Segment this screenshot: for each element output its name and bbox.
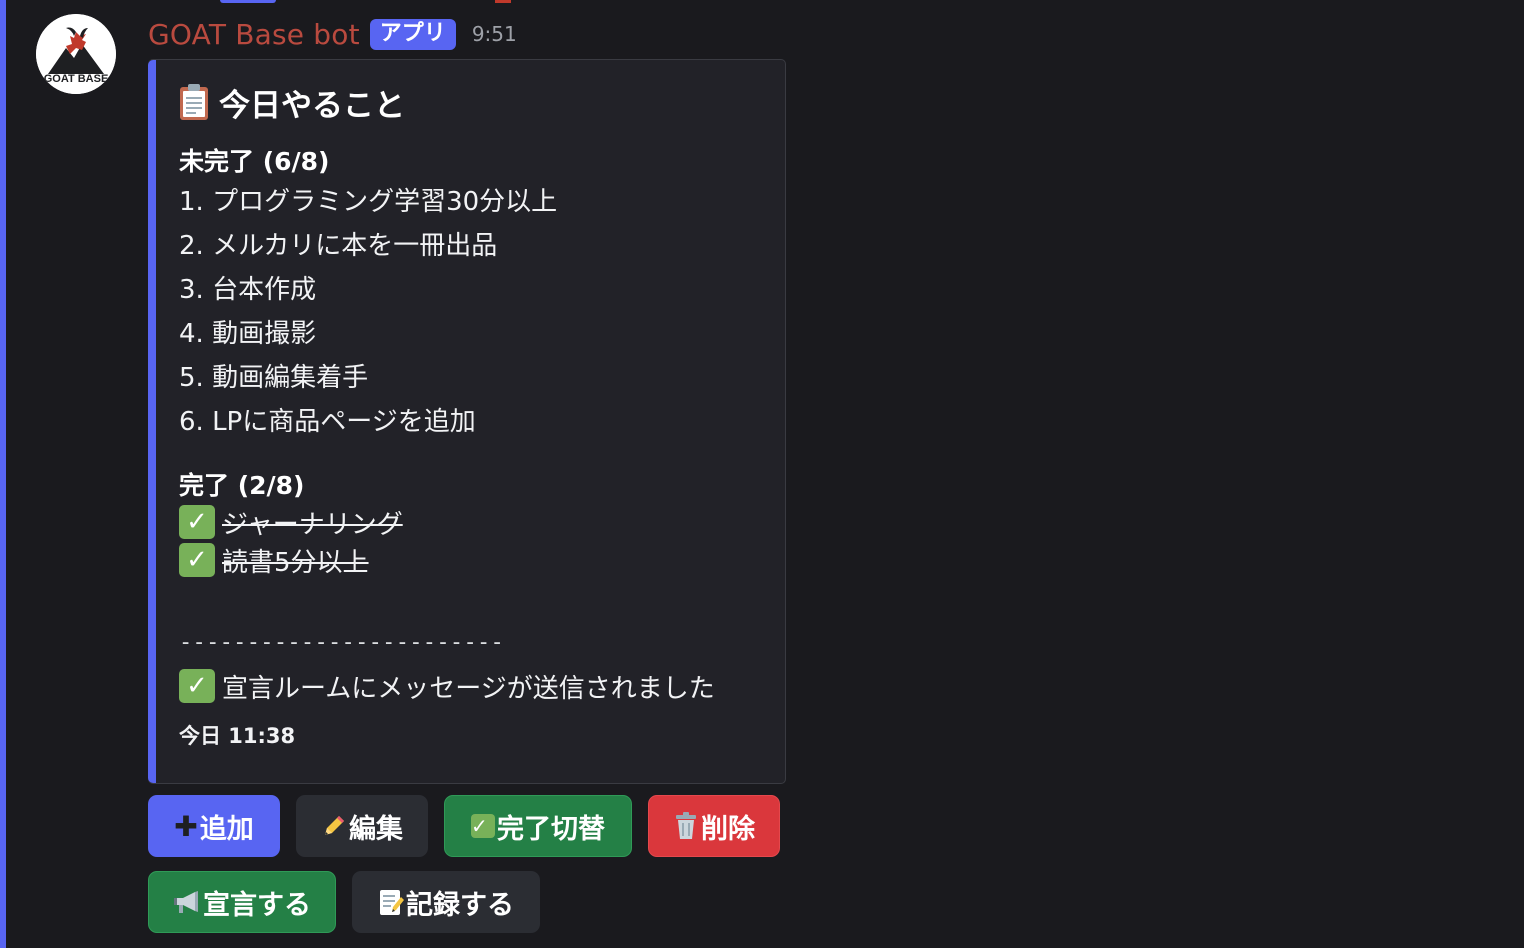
- check-mark-icon: ✓: [179, 669, 215, 703]
- embed-title: 今日やること: [179, 82, 405, 124]
- pencil-icon: [321, 813, 347, 839]
- separator-line: ------------------------: [179, 630, 505, 655]
- goat-logo-icon: GOAT BASE: [36, 14, 116, 94]
- delete-button[interactable]: 削除: [648, 795, 780, 857]
- pending-list: 1. プログラミング学習30分以上 2. メルカリに本を一冊出品 3. 台本作成…: [179, 180, 557, 444]
- done-list: ✓ ジャーナリング ✓ 読書5分以上: [179, 503, 403, 579]
- unread-indicator-bar: [0, 0, 6, 948]
- delete-button-label: 削除: [701, 813, 755, 845]
- declare-button-label: 宣言する: [203, 889, 311, 921]
- add-button[interactable]: ✚ 追加: [148, 795, 280, 857]
- embed-accent-bar: [148, 60, 156, 783]
- list-item: ✓ ジャーナリング: [179, 503, 403, 541]
- previous-message-fragment: [495, 0, 511, 3]
- check-icon: ✓: [471, 814, 495, 838]
- list-item: 5. 動画編集着手: [179, 363, 369, 393]
- todo-embed: 今日やること 未完了 (6/8) 1. プログラミング学習30分以上 2. メル…: [148, 59, 786, 784]
- check-mark-icon: ✓: [179, 543, 215, 577]
- pending-header: 未完了 (6/8): [179, 147, 330, 176]
- app-badge: アプリ: [369, 18, 456, 50]
- plus-icon: ✚: [174, 809, 198, 843]
- done-item-text: 読書5分以上: [222, 547, 369, 578]
- svg-text:GOAT BASE: GOAT BASE: [44, 73, 109, 85]
- announce-text: 宣言ルームにメッセージが送信されました: [222, 673, 715, 704]
- record-button-label: 記録する: [406, 889, 514, 921]
- username[interactable]: GOAT Base bot: [148, 18, 360, 51]
- megaphone-icon: [173, 889, 201, 915]
- trash-icon: [673, 812, 699, 840]
- clipboard-icon: [179, 83, 209, 121]
- memo-icon: [378, 888, 404, 916]
- previous-message-fragment: [220, 0, 276, 3]
- list-item: 6. LPに商品ページを追加: [179, 407, 476, 437]
- message-timestamp[interactable]: 9:51: [472, 22, 517, 46]
- embed-footer-timestamp: 今日 11:38: [179, 724, 296, 748]
- list-item: 3. 台本作成: [179, 275, 317, 305]
- check-mark-icon: ✓: [179, 505, 215, 539]
- announce-status: ✓ 宣言ルームにメッセージが送信されました: [179, 666, 715, 706]
- record-button[interactable]: 記録する: [352, 871, 540, 933]
- embed-title-text: 今日やること: [219, 87, 405, 124]
- toggle-complete-button[interactable]: ✓ 完了切替: [444, 795, 632, 857]
- done-item-text: ジャーナリング: [222, 509, 403, 540]
- edit-button[interactable]: 編集: [296, 795, 428, 857]
- avatar[interactable]: GOAT BASE: [36, 14, 116, 94]
- toggle-complete-button-label: 完了切替: [497, 813, 605, 845]
- message-header: GOAT Base bot アプリ 9:51: [148, 12, 517, 56]
- declare-button[interactable]: 宣言する: [148, 871, 336, 933]
- add-button-label: 追加: [199, 813, 254, 845]
- done-header: 完了 (2/8): [179, 471, 305, 500]
- list-item: 1. プログラミング学習30分以上: [179, 187, 558, 217]
- list-item: 4. 動画撮影: [179, 319, 317, 349]
- edit-button-label: 編集: [349, 813, 403, 845]
- list-item: 2. メルカリに本を一冊出品: [179, 231, 498, 261]
- list-item: ✓ 読書5分以上: [179, 541, 403, 579]
